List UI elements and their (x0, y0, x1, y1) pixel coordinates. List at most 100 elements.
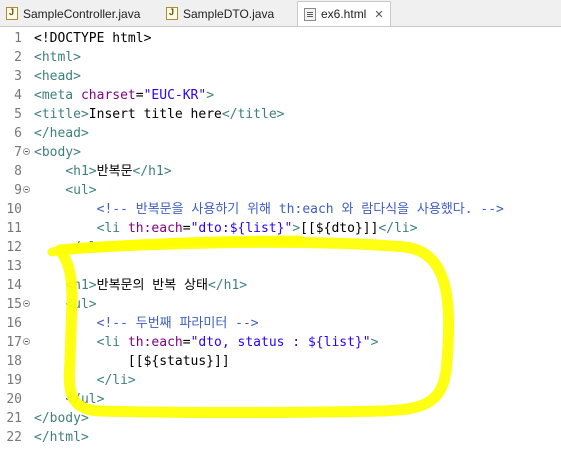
tab-label: SampleController.java (23, 6, 141, 21)
fold-toggle-icon[interactable] (23, 300, 30, 307)
line-number: 4 (14, 88, 22, 103)
code-text: <li th:each="dto:${list}">[[${dto}]]</li… (34, 219, 418, 238)
code-text: <h1>반복문의 반복 상태</h1> (34, 276, 247, 295)
code-text: <title>Insert title here</title> (34, 105, 284, 124)
line-number: 15 (6, 297, 22, 312)
code-text: <!-- 반복문을 사용하기 위해 th:each 와 람다식을 사용했다. -… (34, 200, 504, 219)
code-line: 22 </html> (0, 428, 561, 447)
tab-label: SampleDTO.java (183, 6, 275, 21)
line-number: 1 (14, 31, 22, 46)
code-text: </html> (34, 428, 89, 447)
code-line: 4 <meta charset="EUC-KR"> (0, 86, 561, 105)
code-token: <meta (34, 88, 81, 103)
code-line: 5 <title>Insert title here</title> (0, 105, 561, 124)
tab-label: ex6.html (321, 7, 367, 21)
code-token: <!-- 반복문을 사용하기 위해 th:each 와 람다식을 사용했다. -… (96, 202, 504, 217)
code-token: <ul> (65, 297, 97, 312)
code-token: "EUC-KR" (143, 88, 207, 103)
fold-toggle-icon[interactable] (23, 186, 30, 193)
code-text: <li th:each="dto, status : ${list}"> (34, 333, 379, 352)
code-line: 8 <h1>반복문</h1> (0, 162, 561, 181)
code-line: 19 </li> (0, 371, 561, 390)
code-token: "dto:${list}" (190, 221, 293, 236)
code-token: <body> (34, 145, 81, 160)
code-line: 21 </body> (0, 409, 561, 428)
line-number: 6 (14, 126, 22, 141)
line-number: 3 (14, 69, 22, 84)
line-number: 22 (6, 430, 22, 445)
code-text: <meta charset="EUC-KR"> (34, 86, 214, 105)
code-text: </ul> (34, 390, 104, 409)
code-token: > (370, 335, 379, 350)
code-token: </h1> (132, 164, 172, 179)
code-token: th:each (127, 221, 183, 236)
code-text: </head> (34, 124, 89, 143)
line-number: 16 (6, 316, 22, 331)
tab-sample-controller[interactable]: SampleController.java (0, 2, 160, 25)
code-line: 14 <h1>반복문의 반복 상태</h1> (0, 276, 561, 295)
code-token: </li> (378, 221, 418, 236)
code-token: <li (96, 221, 128, 236)
code-token: th:each (127, 335, 183, 350)
code-line: 3 <head> (0, 67, 561, 86)
code-token: [[${dto}]] (300, 221, 379, 236)
close-icon[interactable]: ✕ (374, 8, 383, 21)
line-number: 21 (6, 411, 22, 426)
code-token: <title> (34, 107, 89, 122)
fold-toggle-icon[interactable] (23, 148, 30, 155)
code-token: = (182, 335, 191, 350)
code-line: 10 <!-- 반복문을 사용하기 위해 th:each 와 람다식을 사용했다… (0, 200, 561, 219)
line-number: 12 (6, 240, 22, 255)
code-token: <head> (34, 69, 81, 84)
code-editor[interactable]: 1 <!DOCTYPE html> 2 <html> 3 <head> 4 <meta cha… (0, 27, 561, 449)
code-token: charset (80, 88, 136, 103)
code-token: </ul> (65, 240, 105, 255)
tab-ex6-html[interactable]: ex6.html ✕ (297, 1, 391, 26)
code-line: 17 <li th:each="dto, status : ${list}"> (0, 333, 561, 352)
line-number: 8 (14, 164, 22, 179)
fold-toggle-icon[interactable] (23, 338, 30, 345)
code-line: 7 <body> (0, 143, 561, 162)
code-line: 9 <ul> (0, 181, 561, 200)
code-line: 18 [[${status}]] (0, 352, 561, 371)
code-text: <!DOCTYPE html> (34, 29, 151, 48)
line-number: 19 (6, 373, 22, 388)
code-token: Insert title here (88, 107, 222, 122)
code-text: <ul> (34, 181, 97, 200)
code-text: <ul> (34, 295, 97, 314)
java-file-icon (6, 7, 18, 20)
code-token: <ul> (65, 183, 97, 198)
line-number: 20 (6, 392, 22, 407)
code-line: 2 <html> (0, 48, 561, 67)
code-line: 12 </ul> (0, 238, 561, 257)
code-line: 11 <li th:each="dto:${list}">[[${dto}]]<… (0, 219, 561, 238)
code-token: <!DOCTYPE html> (34, 31, 152, 46)
code-token: <h1> (65, 278, 97, 293)
html-file-icon (304, 7, 316, 21)
code-token: </html> (34, 430, 89, 445)
code-text: <head> (34, 67, 81, 86)
code-token: </li> (96, 373, 136, 388)
code-token: > (292, 221, 301, 236)
code-token: </ul> (65, 392, 105, 407)
code-token: = (182, 221, 191, 236)
code-line: 13 (0, 257, 561, 276)
code-text: </body> (34, 409, 89, 428)
line-number: 18 (6, 354, 22, 369)
code-text: <!-- 두번째 파라미터 --> (34, 314, 259, 333)
code-token: </title> (221, 107, 285, 122)
line-number: 5 (14, 107, 22, 122)
code-text: </ul> (34, 238, 104, 257)
tab-sample-dto[interactable]: SampleDTO.java (160, 2, 290, 25)
line-number: 10 (6, 202, 22, 217)
code-token: <html> (34, 50, 81, 65)
line-number: 2 (14, 50, 22, 65)
code-text: <h1>반복문</h1> (34, 162, 172, 181)
